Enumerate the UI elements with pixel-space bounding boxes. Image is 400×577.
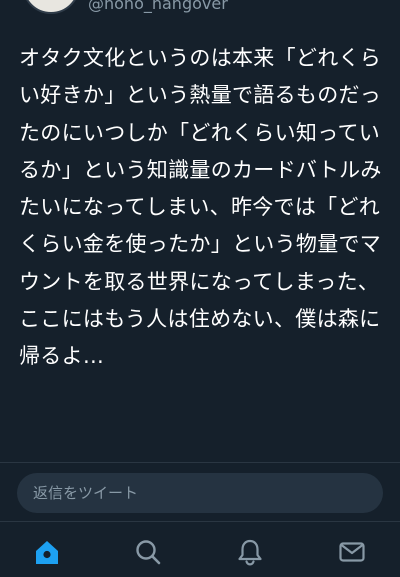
bell-icon (238, 539, 262, 566)
tweet-text: オタク文化というのは本来「どれくらい好きか」という熱量で語るものだったのにいつし… (19, 46, 382, 369)
reply-bar (0, 463, 400, 521)
reply-input[interactable] (17, 473, 383, 513)
tab-home[interactable] (25, 532, 69, 572)
tab-notifications[interactable] (228, 532, 272, 572)
home-icon (36, 541, 58, 564)
mail-icon (339, 542, 365, 562)
tweet-header: @nono_hangover (0, 0, 400, 18)
tab-search[interactable] (126, 532, 170, 572)
author-handle[interactable]: @nono_hangover (88, 0, 228, 13)
avatar[interactable] (22, 0, 80, 14)
search-icon (136, 540, 161, 565)
bottom-tab-bar (0, 521, 400, 577)
tab-messages[interactable] (330, 532, 374, 572)
